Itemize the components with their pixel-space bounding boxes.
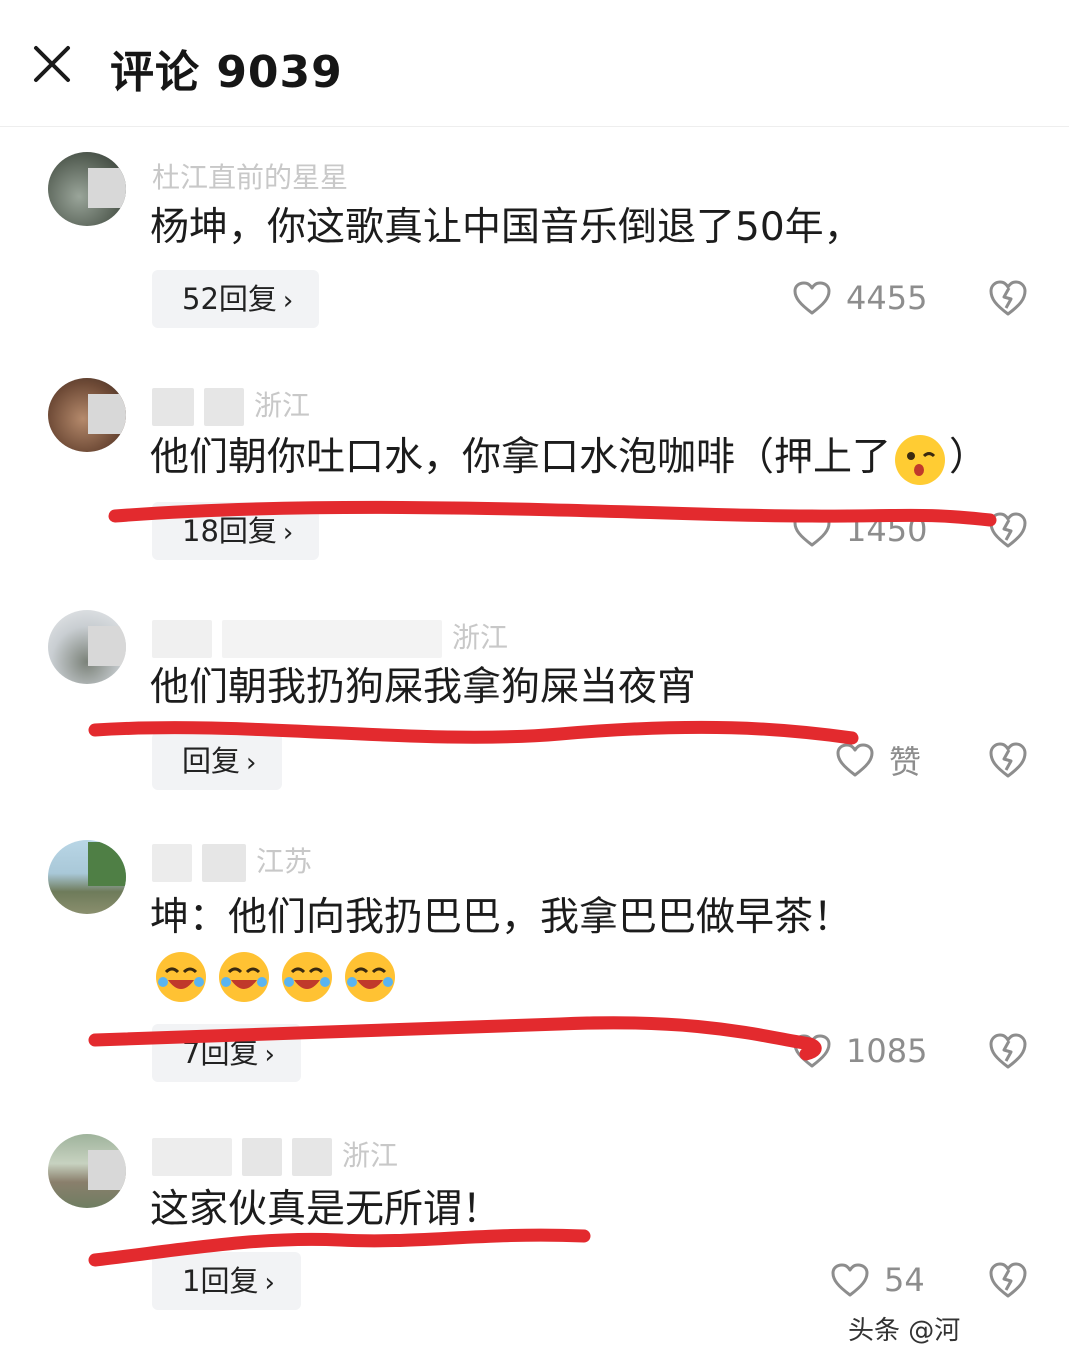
heart-icon [793, 513, 831, 547]
like-count: 54 [884, 1261, 925, 1299]
reply-label: 7回复 [182, 1036, 259, 1070]
comment-meta: 浙江 [152, 616, 508, 658]
broken-heart-icon[interactable] [987, 1260, 1029, 1300]
comment-text: 杨坤，你这歌真让中国音乐倒退了50年， [150, 205, 863, 250]
broken-heart-icon[interactable] [987, 1031, 1029, 1071]
avatar[interactable] [48, 1134, 126, 1208]
comment-meta: 浙江 [152, 384, 310, 426]
heart-icon [793, 1034, 831, 1068]
reply-button[interactable]: 1回复 › [152, 1252, 301, 1310]
comments-header: 评论 9039 [0, 0, 1069, 127]
like-button[interactable]: 4455 [792, 273, 927, 323]
reply-label: 18回复 [182, 514, 277, 548]
broken-heart-icon[interactable] [987, 510, 1029, 550]
reply-button[interactable]: 52回复 › [152, 270, 320, 328]
reply-label: 52回复 [182, 282, 277, 316]
like-count: 赞 [889, 743, 922, 781]
chevron-right-icon: › [264, 1040, 275, 1070]
chevron-right-icon: › [282, 286, 294, 316]
emoji-row [152, 950, 399, 1006]
winking-face-emoji [895, 434, 946, 485]
heart-icon [836, 743, 874, 777]
comment-meta: 杜江直前的星星 [152, 161, 349, 194]
broken-heart-icon[interactable] [987, 278, 1029, 318]
broken-heart-icon[interactable] [987, 740, 1029, 780]
laughing-crying-emoji [282, 952, 333, 1002]
comment-meta: 江苏 [152, 840, 312, 882]
laughing-crying-emoji [345, 952, 396, 1002]
comment-text: 他们朝你吐口水，你拿口水泡咖啡（押上了） [150, 428, 1030, 488]
like-count: 1085 [846, 1032, 928, 1070]
chevron-right-icon: › [282, 518, 294, 548]
like-count: 1450 [846, 511, 928, 549]
heart-icon [793, 281, 831, 315]
avatar[interactable] [48, 840, 126, 914]
comment-text: 他们朝我扔狗屎我拿狗屎当夜宵 [150, 665, 697, 710]
like-button[interactable]: 1450 [792, 505, 927, 555]
reply-label: 1回复 [182, 1264, 259, 1298]
like-count: 4455 [846, 279, 928, 317]
laughing-crying-emoji [156, 952, 206, 1002]
comment-text: 这家伙真是无所谓！ [150, 1187, 502, 1232]
reply-button[interactable]: 7回复 › [152, 1024, 301, 1082]
reply-label: 回复 [182, 744, 241, 778]
avatar[interactable] [48, 610, 126, 684]
like-button[interactable]: 1085 [792, 1026, 927, 1076]
close-icon[interactable] [30, 42, 74, 86]
page-title: 评论 9039 [110, 47, 343, 98]
watermark: 头条 @河 [848, 1310, 961, 1347]
comment-meta: 浙江 [152, 1134, 398, 1176]
like-button[interactable]: 54 [830, 1255, 925, 1305]
laughing-crying-emoji [219, 952, 270, 1002]
reply-button[interactable]: 回复 › [152, 732, 283, 790]
reply-button[interactable]: 18回复 › [152, 502, 320, 560]
comment-text: 坤：他们向我扔巴巴，我拿巴巴做早茶！ [150, 895, 853, 940]
chevron-right-icon: › [246, 748, 257, 778]
chevron-right-icon: › [264, 1268, 275, 1298]
avatar[interactable] [48, 152, 126, 226]
avatar[interactable] [48, 378, 126, 452]
heart-icon [831, 1263, 869, 1297]
like-button[interactable]: 赞 [835, 735, 921, 785]
